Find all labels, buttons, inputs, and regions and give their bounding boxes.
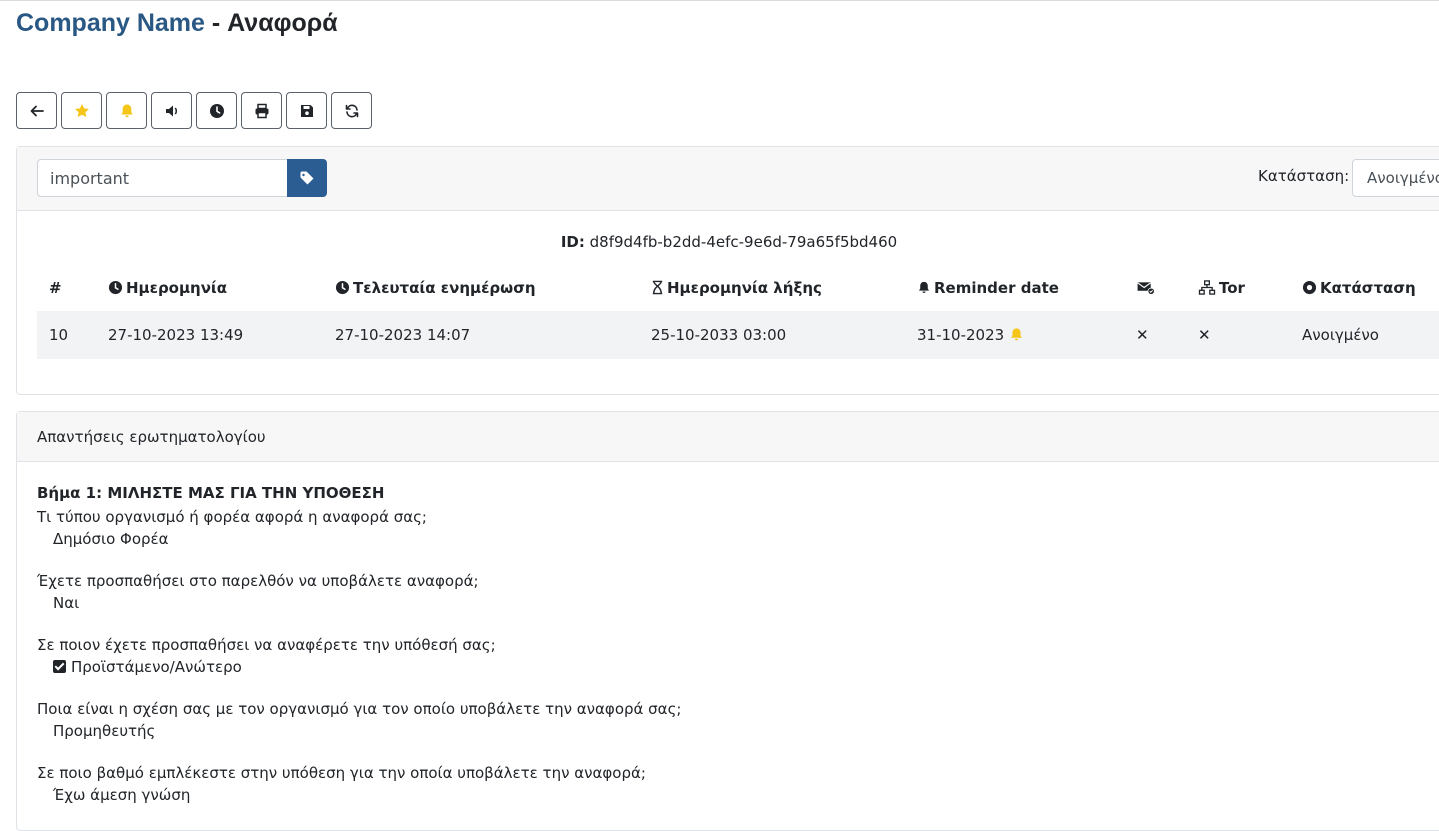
volume-icon — [165, 105, 177, 116]
col-tor-label: Tor — [1219, 279, 1245, 297]
print-button[interactable] — [241, 92, 282, 129]
bell-icon — [1011, 328, 1022, 341]
report-table: # Ημερομηνία Τελευταία ενημέρωση Ημερομη… — [37, 265, 1439, 359]
toolbar — [16, 92, 372, 129]
report-id-value: d8f9d4fb-b2dd-4efc-9e6d-79a65f5bd460 — [589, 233, 898, 251]
questionnaire-body: Βήμα 1: ΜΙΛΗΣΤΕ ΜΑΣ ΓΙΑ ΤΗΝ ΥΠΟΘΕΣΗ Τι τ… — [17, 462, 1439, 806]
bell-icon — [919, 281, 929, 293]
cell-tor: ✕ — [1186, 311, 1290, 359]
network-icon — [1198, 280, 1216, 295]
answer: Προμηθευτής — [53, 722, 156, 740]
bell-icon — [120, 104, 133, 117]
col-expiry-label: Ημερομηνία λήξης — [667, 279, 822, 297]
col-updated: Τελευταία ενημέρωση — [323, 265, 639, 311]
step-title: Βήμα 1: ΜΙΛΗΣΤΕ ΜΑΣ ΓΙΑ ΤΗΝ ΥΠΟΘΕΣΗ — [37, 484, 385, 502]
answer-checkbox: Προϊστάμενο/Ανώτερο — [37, 656, 1436, 678]
col-notification — [1124, 265, 1186, 311]
col-number: # — [49, 279, 62, 297]
question: Σε ποιον έχετε προσπαθήσει να αναφέρετε … — [37, 636, 496, 654]
col-tor: Tor — [1186, 265, 1290, 311]
questionnaire-card: Απαντήσεις ερωτηματολογίου Βήμα 1: ΜΙΛΗΣ… — [16, 411, 1439, 831]
col-status-label: Κατάσταση — [1320, 279, 1416, 297]
table-header-row: # Ημερομηνία Τελευταία ενημέρωση Ημερομη… — [37, 265, 1439, 311]
answer: Ναι — [53, 594, 80, 612]
questionnaire-title: Απαντήσεις ερωτηματολογίου — [17, 412, 1439, 462]
table-row[interactable]: 10 27-10-2023 13:49 27-10-2023 14:07 25-… — [37, 311, 1439, 359]
title-separator: - — [204, 9, 228, 37]
report-id-label: ID: — [560, 233, 585, 251]
col-date: Ημερομηνία — [96, 265, 323, 311]
save-icon — [300, 104, 313, 117]
cell-updated: 27-10-2023 14:07 — [323, 311, 639, 359]
tag-icon — [300, 171, 314, 185]
col-status: Κατάσταση — [1290, 265, 1439, 311]
checkbox-checked-icon — [53, 660, 66, 673]
report-card-header: important Κατάσταση: Ανοιγμένο — [17, 147, 1439, 211]
status-label: Κατάσταση: — [1258, 167, 1350, 185]
status-select[interactable]: Ανοιγμένο — [1352, 159, 1439, 197]
answer-label: Προϊστάμενο/Ανώτερο — [71, 658, 242, 676]
circle-dot-icon — [1302, 280, 1317, 295]
answer: Δημόσιο Φορέα — [53, 530, 169, 548]
answer: Έχω άμεση γνώση — [53, 786, 191, 804]
favorite-button[interactable] — [61, 92, 102, 129]
page-name: Αναφορά — [227, 9, 338, 37]
question: Ποια είναι η σχέση σας με τον οργανισμό … — [37, 700, 682, 718]
back-button[interactable] — [16, 92, 57, 129]
report-card: important Κατάσταση: Ανοιγμένο ID: d8f9d… — [16, 146, 1439, 395]
refresh-button[interactable] — [331, 92, 372, 129]
question: Σε ποιο βαθμό εμπλέκεστε στην υπόθεση γι… — [37, 764, 646, 782]
tags-input[interactable]: important — [37, 159, 287, 197]
col-reminder-label: Reminder date — [934, 279, 1059, 297]
notify-button[interactable] — [151, 92, 192, 129]
save-button[interactable] — [286, 92, 327, 129]
col-date-label: Ημερομηνία — [126, 279, 228, 297]
col-expiry: Ημερομηνία λήξης — [639, 265, 905, 311]
print-icon — [255, 103, 268, 118]
back-arrow-icon — [30, 105, 44, 116]
company-name: Company Name — [16, 9, 205, 37]
col-updated-label: Τελευταία ενημέρωση — [353, 279, 536, 297]
star-icon — [74, 103, 89, 117]
add-tag-button[interactable] — [287, 159, 327, 197]
history-button[interactable] — [196, 92, 237, 129]
col-reminder: Reminder date — [905, 265, 1124, 311]
report-id: ID: d8f9d4fb-b2dd-4efc-9e6d-79a65f5bd460 — [17, 233, 1439, 251]
clock-icon — [108, 280, 123, 295]
clock-icon — [209, 103, 224, 118]
envelope-check-icon — [1137, 282, 1155, 295]
question: Τι τύπου οργανισμό ή φορέα αφορά η αναφο… — [37, 508, 427, 526]
question: Έχετε προσπαθήσει στο παρελθόν να υποβάλ… — [37, 572, 479, 590]
page-title: Company Name - Αναφορά — [16, 9, 338, 38]
cell-number: 10 — [37, 311, 96, 359]
cell-date: 27-10-2023 13:49 — [96, 311, 323, 359]
clock-icon — [335, 280, 350, 295]
cell-reminder: 31-10-2023 — [905, 311, 1124, 359]
cell-notification: ✕ — [1124, 311, 1186, 359]
cell-reminder-value: 31-10-2023 — [917, 326, 1005, 344]
cell-status: Ανοιγμένο — [1290, 311, 1439, 359]
cell-expiry: 25-10-2033 03:00 — [639, 311, 905, 359]
hourglass-icon — [652, 280, 663, 295]
reminder-button[interactable] — [106, 92, 147, 129]
refresh-icon — [345, 104, 358, 117]
